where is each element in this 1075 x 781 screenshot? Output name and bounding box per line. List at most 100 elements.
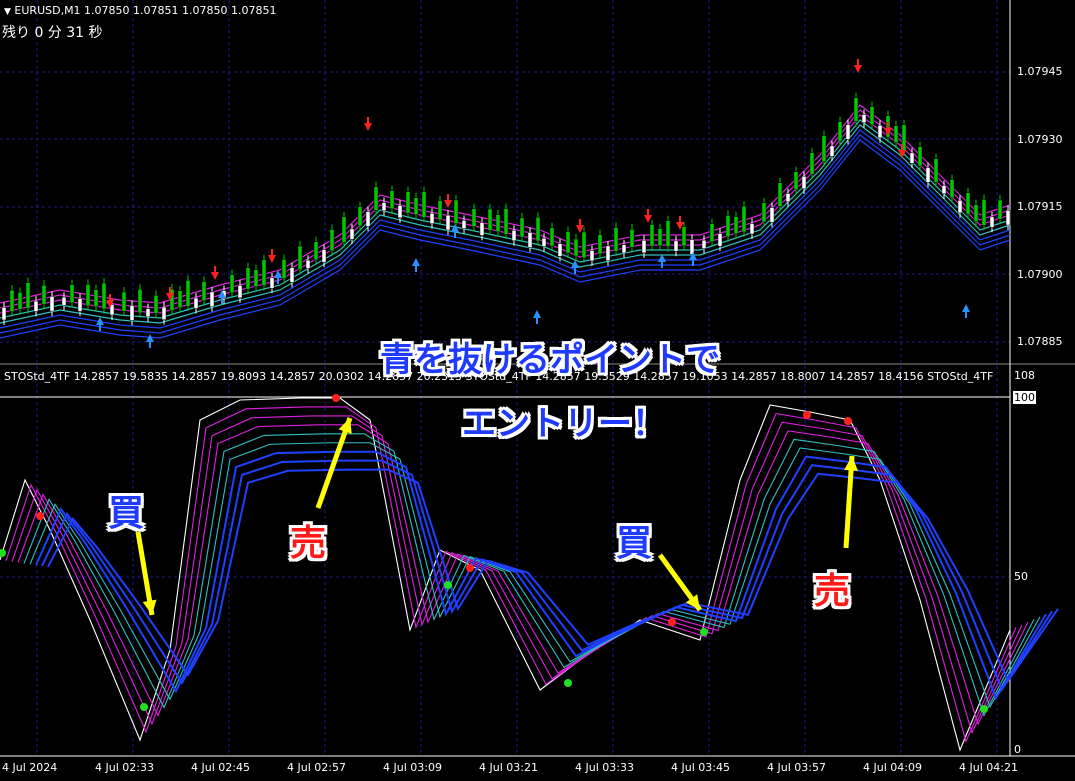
sell-callout-2: 売 xyxy=(814,571,851,612)
candle-body xyxy=(9,289,15,312)
candle-body xyxy=(965,192,971,215)
candle-body xyxy=(801,175,807,190)
candle-body xyxy=(629,229,635,248)
buy-callout-2: 買 xyxy=(616,523,653,564)
candle-body xyxy=(313,241,319,261)
candle-body xyxy=(177,290,183,308)
candle-body xyxy=(793,171,799,191)
candle-body xyxy=(689,239,695,255)
candle-body xyxy=(153,295,159,314)
candle-body xyxy=(229,274,235,294)
buy-dot xyxy=(700,628,708,636)
candle-body xyxy=(701,239,707,249)
candle-body xyxy=(741,205,747,233)
time-label: 4 Jul 04:09 xyxy=(863,761,922,774)
candle-body xyxy=(471,208,477,227)
candle-body xyxy=(749,223,755,235)
candle-body xyxy=(61,296,67,306)
candle-body xyxy=(495,214,501,232)
candle-body xyxy=(33,300,39,312)
candle-body xyxy=(121,291,127,312)
sell-signal-icon xyxy=(364,117,372,131)
buy-signal-icon xyxy=(412,258,420,272)
indicator-axis-100: 100 xyxy=(1013,391,1036,404)
buy-dot xyxy=(0,549,6,557)
sell-signal-icon xyxy=(268,249,276,263)
candle-body xyxy=(565,231,571,254)
candle-body xyxy=(821,135,827,162)
candle-body xyxy=(535,217,541,242)
time-label: 4 Jul 02:33 xyxy=(95,761,154,774)
buy-signal-icon xyxy=(274,270,282,284)
candle-body xyxy=(389,190,395,210)
candle-body xyxy=(193,297,199,309)
candle-body xyxy=(237,284,243,299)
chevron-down-icon[interactable]: ▼ xyxy=(4,7,11,17)
candle-body xyxy=(93,289,99,307)
sell-dot xyxy=(668,618,676,626)
candle-body xyxy=(989,216,995,228)
candle-body xyxy=(349,228,355,240)
chart-canvas[interactable] xyxy=(0,0,1075,781)
candle-body xyxy=(557,243,563,257)
buy-dot xyxy=(564,679,572,687)
sell-dot xyxy=(332,394,340,402)
candle-body xyxy=(201,281,207,301)
buy-signal-icon xyxy=(96,317,104,331)
sell-signal-icon xyxy=(854,59,862,73)
candle-body xyxy=(613,227,619,252)
candle-body xyxy=(589,250,595,262)
callout-line1: 青を抜けるポイントで xyxy=(380,340,720,380)
indicator-axis-max: 108 xyxy=(1014,369,1035,382)
time-label: 4 Jul 03:21 xyxy=(479,761,538,774)
candle-body xyxy=(527,232,533,248)
candle-body xyxy=(597,234,603,255)
candle-body xyxy=(511,230,517,241)
candle-body xyxy=(413,197,419,215)
candle-body xyxy=(145,308,151,318)
sell-dot xyxy=(36,512,44,520)
candle-body xyxy=(573,238,579,257)
candle-body xyxy=(761,202,767,223)
candle-body xyxy=(185,280,191,307)
candle-body xyxy=(681,226,687,247)
candle-body xyxy=(381,202,387,211)
candle-body xyxy=(25,282,31,309)
candle-body xyxy=(909,152,915,164)
candle-body xyxy=(405,191,411,214)
price-label: 1.07885 xyxy=(1017,335,1063,348)
sell-signal-icon xyxy=(576,219,584,233)
candle-body xyxy=(581,231,587,259)
buy-dot xyxy=(444,581,452,589)
candle-body xyxy=(997,199,1003,220)
candle-body xyxy=(657,228,663,246)
price-label: 1.07945 xyxy=(1017,65,1063,78)
candle-body xyxy=(925,167,931,183)
candle-body xyxy=(941,185,947,194)
callout-line2: エントリー！ xyxy=(462,404,666,444)
sell-signal-icon xyxy=(644,209,652,223)
candle-body xyxy=(733,216,739,234)
candle-body xyxy=(949,179,955,199)
candle-body xyxy=(281,259,287,279)
candle-body xyxy=(709,223,715,243)
candle-body xyxy=(1005,209,1011,226)
candle-body xyxy=(981,199,987,226)
buy-signal-icon xyxy=(146,334,154,348)
candle-body xyxy=(49,296,55,312)
sell-dot xyxy=(844,417,852,425)
candle-body xyxy=(429,213,435,224)
candle-body xyxy=(461,220,467,229)
candle-body xyxy=(725,215,731,238)
buy-signal-icon xyxy=(962,304,970,318)
time-label: 4 Jul 02:57 xyxy=(287,761,346,774)
buy-dot xyxy=(140,703,148,711)
candle-body xyxy=(641,239,647,254)
price-label: 1.07900 xyxy=(1017,268,1063,281)
candle-body xyxy=(479,222,485,236)
candle-body xyxy=(957,199,963,214)
candle-body xyxy=(809,152,815,175)
candle-body xyxy=(329,229,335,252)
countdown-timer: 残り 0 分 31 秒 xyxy=(2,25,103,41)
indicator-axis-0: 0 xyxy=(1014,743,1021,756)
